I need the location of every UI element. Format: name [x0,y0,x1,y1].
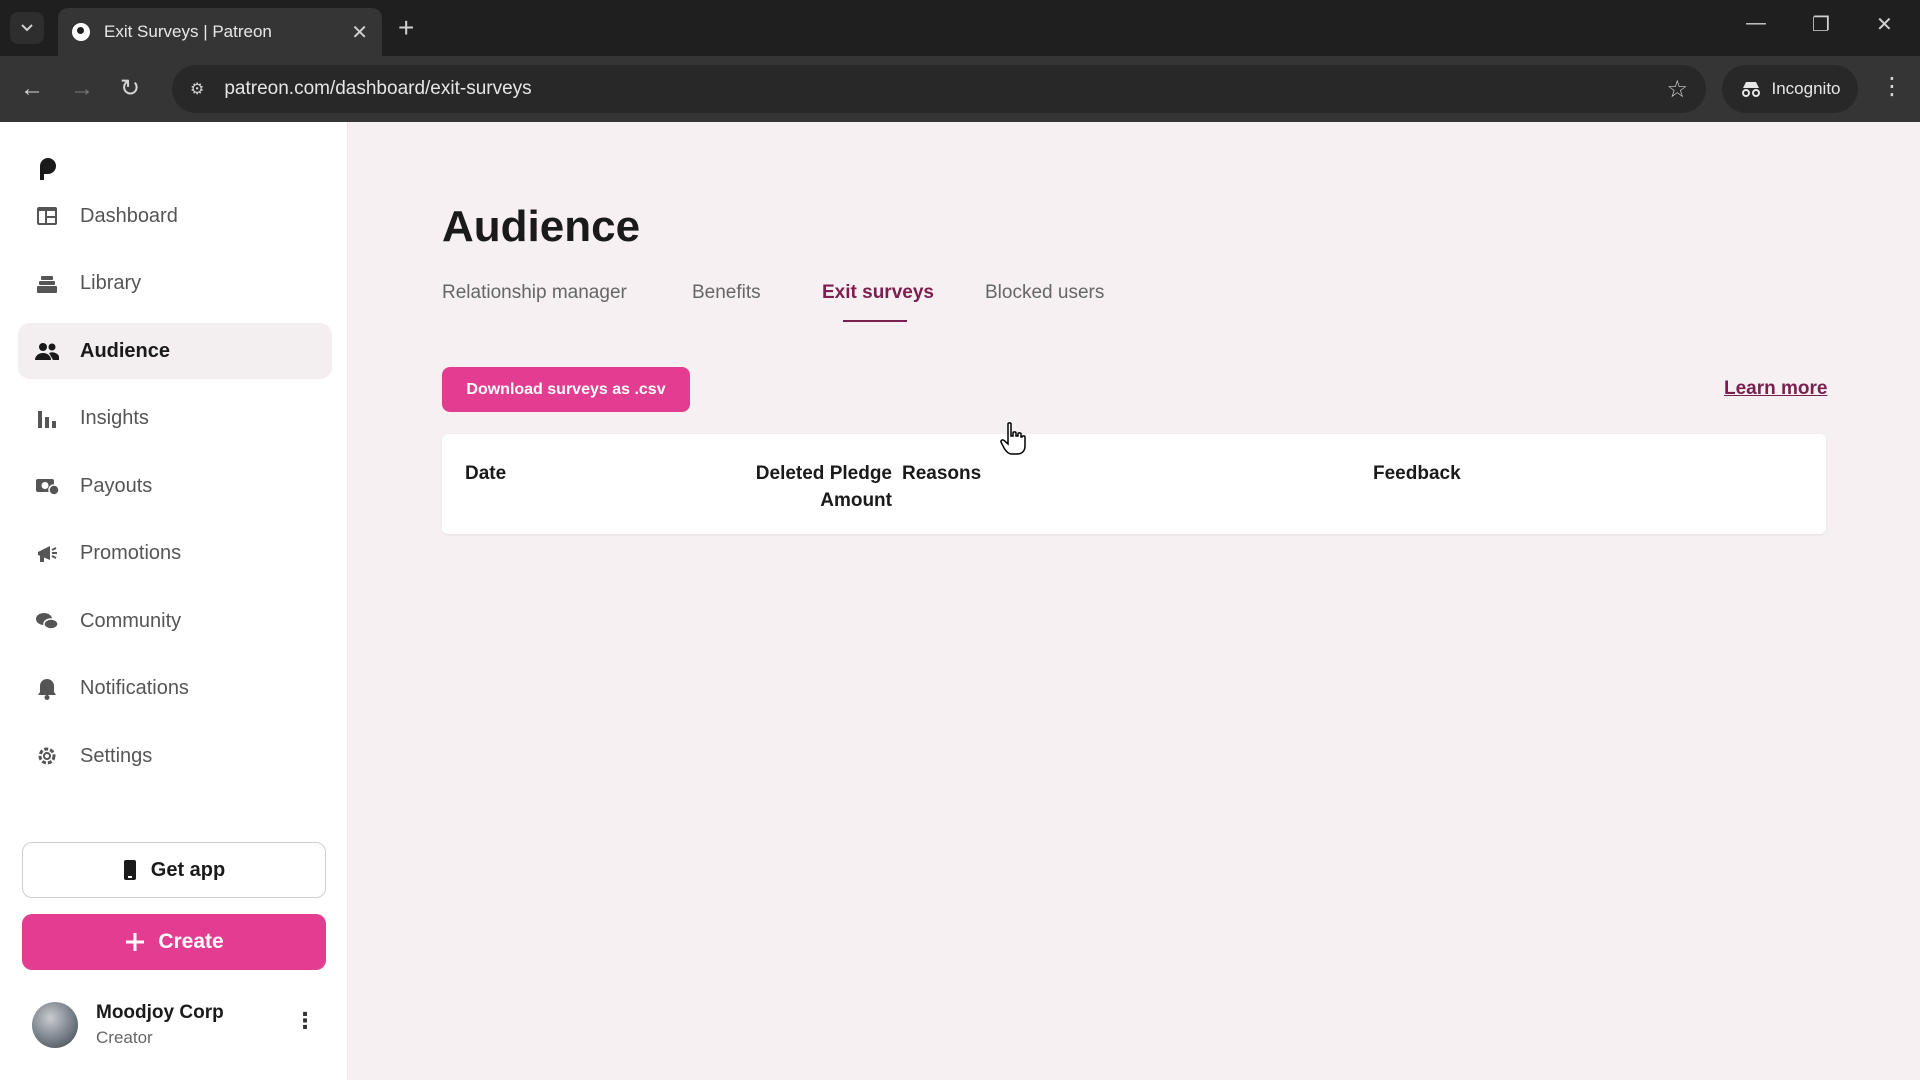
payouts-icon [34,473,60,499]
sidebar-item-promotions[interactable]: Promotions [18,526,332,582]
tab-list-button[interactable] [10,12,44,44]
column-header-feedback: Feedback [1373,463,1461,484]
address-bar[interactable]: ⚙ patreon.com/dashboard/exit-surveys ☆ [172,65,1706,113]
phone-icon [123,860,136,880]
sidebar-item-audience[interactable]: Audience [18,323,332,379]
column-header-reasons: Reasons [902,463,982,484]
tab-exit-surveys[interactable]: Exit surveys [822,282,934,304]
more-options-icon[interactable]: ⋮ [294,1008,316,1034]
plus-icon [126,933,145,951]
insights-icon [34,406,60,432]
sidebar-item-settings[interactable]: Settings [18,728,332,784]
user-profile[interactable]: Moodjoy Corp Creator ⋮ [32,1000,328,1056]
url-text[interactable]: patreon.com/dashboard/exit-surveys [224,78,1666,100]
column-header-deleted-pledge: Deleted Pledge [755,463,892,484]
reload-icon[interactable]: ↻ [120,74,140,104]
sidebar-item-dashboard[interactable]: Dashboard [18,188,332,244]
active-tab-underline [843,320,907,322]
tab-relationship-manager[interactable]: Relationship manager [442,282,627,304]
learn-more-link[interactable]: Learn more [1724,378,1827,400]
tab-benefits[interactable]: Benefits [692,282,761,304]
sidebar-item-label: Notifications [80,677,189,699]
close-window-icon[interactable]: ✕ [1876,12,1893,37]
sidebar-item-payouts[interactable]: Payouts [18,458,332,514]
column-header-date: Date [465,463,507,484]
patreon-favicon-icon [72,23,90,41]
sidebar-item-label: Settings [80,744,153,767]
sidebar-item-library[interactable]: Library [18,256,332,312]
incognito-label: Incognito [1771,79,1841,98]
tab-title: Exit Surveys | Patreon [104,22,272,41]
minimize-icon[interactable]: — [1746,12,1766,35]
library-icon [34,271,60,297]
avatar[interactable] [32,1002,78,1048]
restore-icon[interactable]: ❐ [1812,12,1830,37]
user-role: Creator [96,1028,153,1047]
exit-surveys-table: Date Deleted Pledge Amount Reasons Feedb… [442,434,1826,534]
chevron-down-icon [21,24,33,32]
tab-blocked-users[interactable]: Blocked users [985,282,1104,304]
forward-icon[interactable]: → [70,74,94,104]
browser-menu-icon[interactable]: ⋮ [1880,72,1904,101]
user-name: Moodjoy Corp [96,1002,224,1023]
sidebar-item-label: Library [80,272,142,294]
close-tab-icon[interactable]: ✕ [351,20,368,45]
sidebar-nav: Dashboard Library Audience Insights Payo… [18,188,332,796]
bookmark-star-icon[interactable]: ☆ [1666,75,1688,104]
download-csv-button[interactable]: Download surveys as .csv [442,367,690,412]
get-app-button[interactable]: Get app [22,842,326,898]
megaphone-icon [34,541,60,567]
page: Dashboard Library Audience Insights Payo… [0,122,1920,1080]
sidebar-item-insights[interactable]: Insights [18,391,332,447]
sidebar-item-community[interactable]: Community [18,593,332,649]
sidebar-item-label: Payouts [80,474,153,497]
create-label: Create [158,930,224,953]
browser-tab[interactable]: Exit Surveys | Patreon ✕ [58,8,382,56]
browser-tabstrip: Exit Surveys | Patreon ✕ + — ❐ ✕ [0,0,1920,56]
sidebar-item-label: Insights [80,407,149,429]
gear-icon [34,743,60,769]
get-app-label: Get app [150,858,226,881]
create-button[interactable]: Create [22,914,326,970]
incognito-icon [1741,82,1760,97]
sidebar-item-label: Dashboard [80,204,178,227]
hand-pointer-icon [1000,422,1026,455]
sidebar-item-notifications[interactable]: Notifications [18,661,332,717]
chat-bubbles-icon [34,608,60,634]
bell-icon [34,676,60,702]
site-settings-icon[interactable]: ⚙ [190,79,204,99]
browser-toolbar: ← → ↻ ⚙ patreon.com/dashboard/exit-surve… [0,56,1920,122]
sidebar-item-label: Community [80,609,182,632]
sidebar: Dashboard Library Audience Insights Payo… [0,122,348,1080]
sidebar-item-label: Audience [80,339,171,362]
back-icon[interactable]: ← [20,74,44,104]
sidebar-item-label: Promotions [80,542,182,564]
page-title: Audience [442,202,641,251]
patreon-logo-icon[interactable] [38,156,58,180]
column-header-amount: Amount [820,490,892,511]
new-tab-button[interactable]: + [398,12,414,44]
incognito-indicator[interactable]: Incognito [1722,65,1858,113]
audience-icon [34,338,60,364]
dashboard-icon [34,203,60,229]
